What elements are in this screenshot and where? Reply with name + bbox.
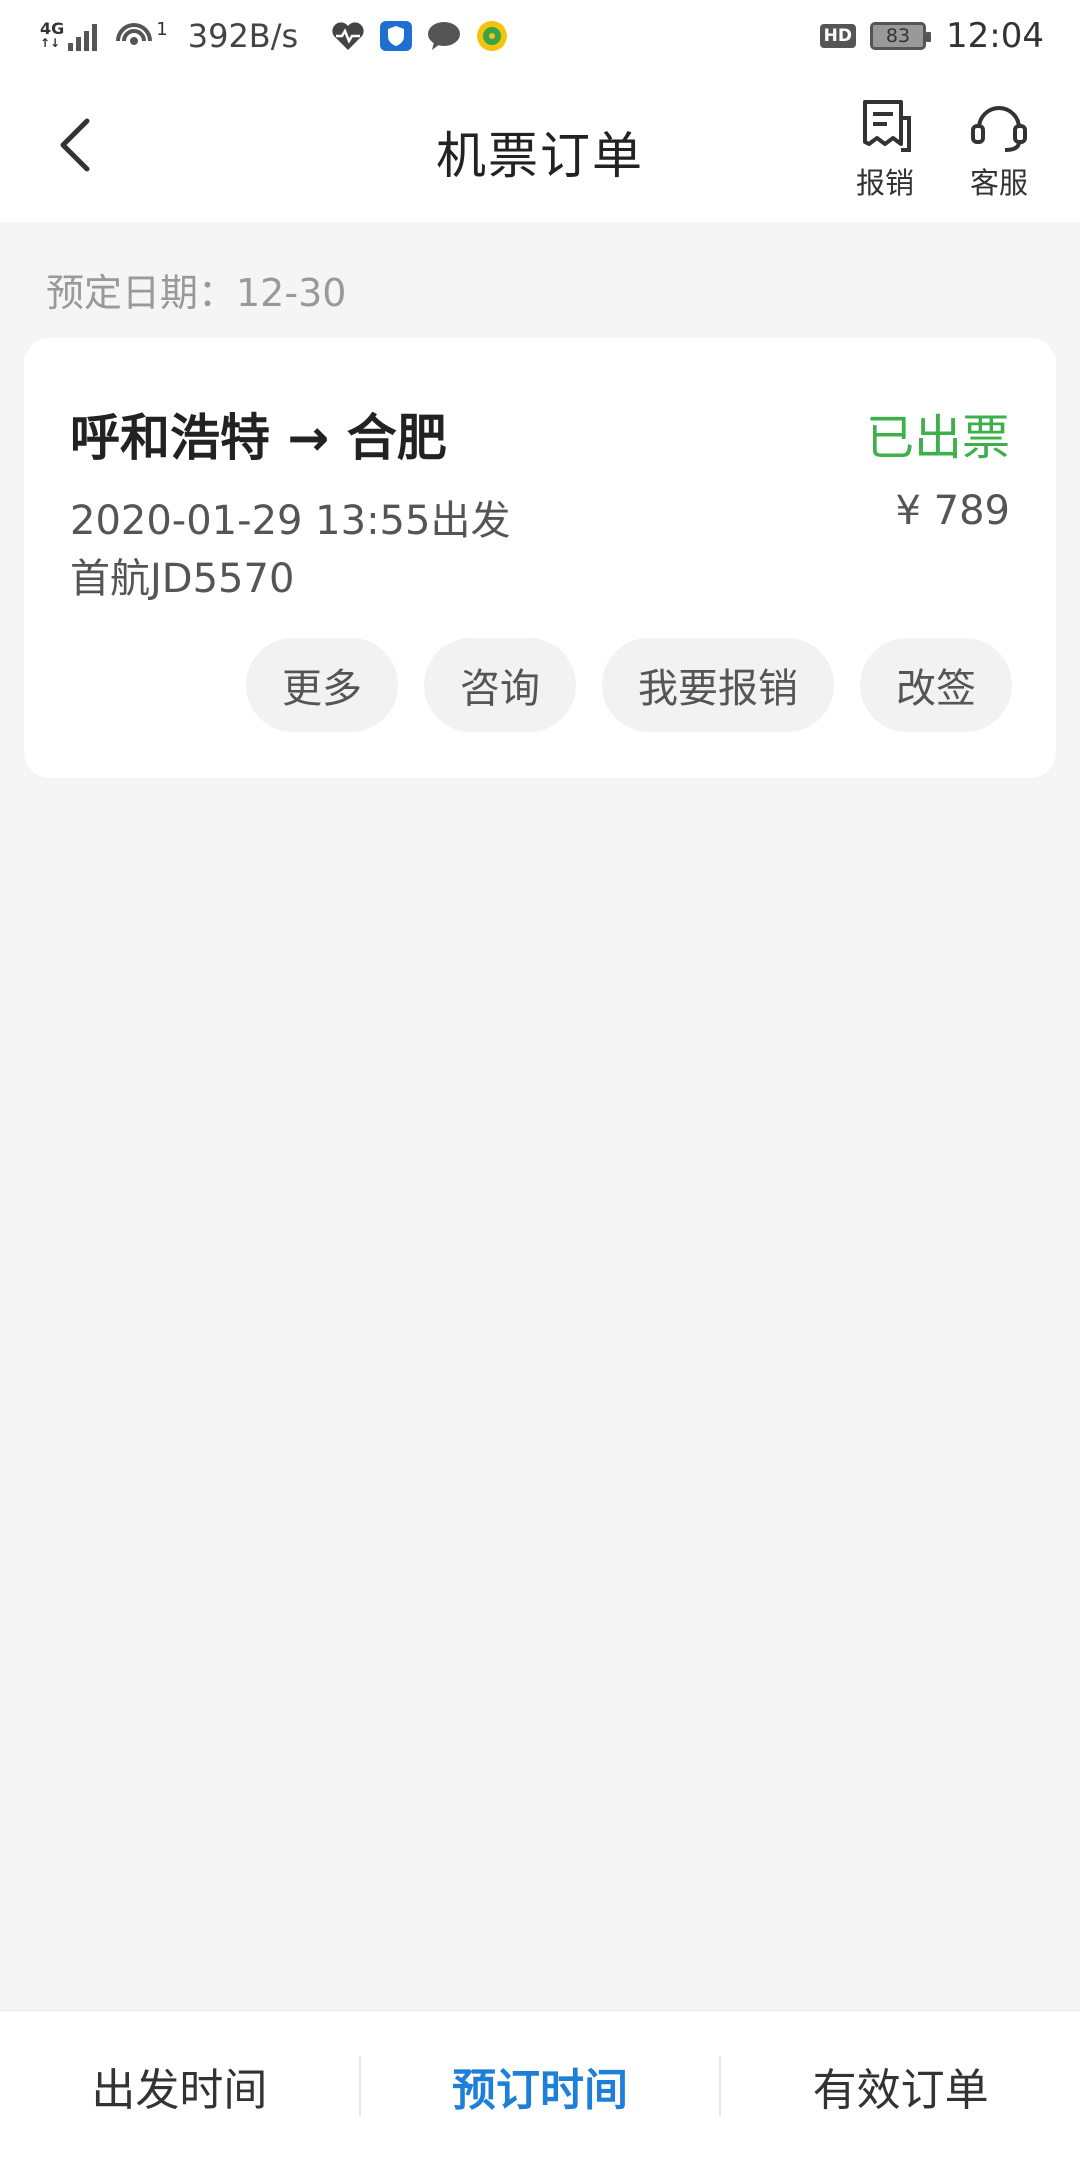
hotspot-count: 1	[156, 18, 168, 40]
bottom-sort-bar: 出发时间 预订时间 有效订单	[0, 2010, 1080, 2160]
status-bar-left: 4G ↑↓ 1 392B/s	[40, 17, 508, 55]
battery-icon: 83	[870, 22, 932, 50]
music-app-icon	[476, 20, 508, 52]
change-ticket-button[interactable]: 改签	[860, 638, 1012, 732]
hd-badge: HD	[819, 24, 857, 48]
headset-icon	[971, 106, 1027, 152]
tab-valid-orders[interactable]: 有效订单	[721, 2011, 1080, 2160]
order-actions: 更多 咨询 我要报销 改签	[246, 638, 1012, 732]
ticket-status: 已出票	[865, 410, 1010, 466]
message-icon	[426, 20, 462, 52]
status-bar-right: HD 83 12:04	[819, 16, 1044, 56]
network-type: 4G	[40, 19, 65, 38]
signal-icon: 4G ↑↓	[40, 21, 102, 51]
reimburse-label: 报销	[855, 166, 914, 200]
consult-button[interactable]: 咨询	[424, 638, 576, 732]
receipt-icon	[863, 100, 911, 152]
flight-route: 呼和浩特 → 合肥	[70, 409, 447, 467]
tab-departure-time[interactable]: 出发时间	[0, 2011, 359, 2160]
customer-service-button[interactable]: 客服	[949, 98, 1049, 208]
reimburse-button[interactable]: 报销	[835, 98, 935, 208]
booking-date: 预定日期：12-30	[46, 271, 347, 315]
departure-time: 2020-01-29 13:55出发	[70, 498, 511, 544]
battery-level: 83	[885, 25, 911, 47]
wifi-hotspot-icon: 1	[116, 18, 168, 53]
request-reimbursement-button[interactable]: 我要报销	[602, 638, 834, 732]
health-icon	[330, 20, 366, 52]
order-card[interactable]: 呼和浩特 → 合肥 已出票 2020-01-29 13:55出发 ¥ 789 首…	[24, 338, 1056, 778]
ticket-price: ¥ 789	[895, 488, 1010, 534]
more-button[interactable]: 更多	[246, 638, 398, 732]
status-bar: 4G ↑↓ 1 392B/s HD 83 12:04	[0, 0, 1080, 72]
clock: 12:04	[946, 16, 1044, 56]
network-speed: 392B/s	[187, 17, 299, 55]
tab-booking-time[interactable]: 预订时间	[361, 2011, 720, 2160]
flight-number: 首航JD5570	[70, 556, 295, 602]
header: 机票订单 报销 客服	[0, 72, 1080, 222]
customer-service-label: 客服	[969, 166, 1028, 200]
shield-app-icon	[380, 21, 413, 51]
